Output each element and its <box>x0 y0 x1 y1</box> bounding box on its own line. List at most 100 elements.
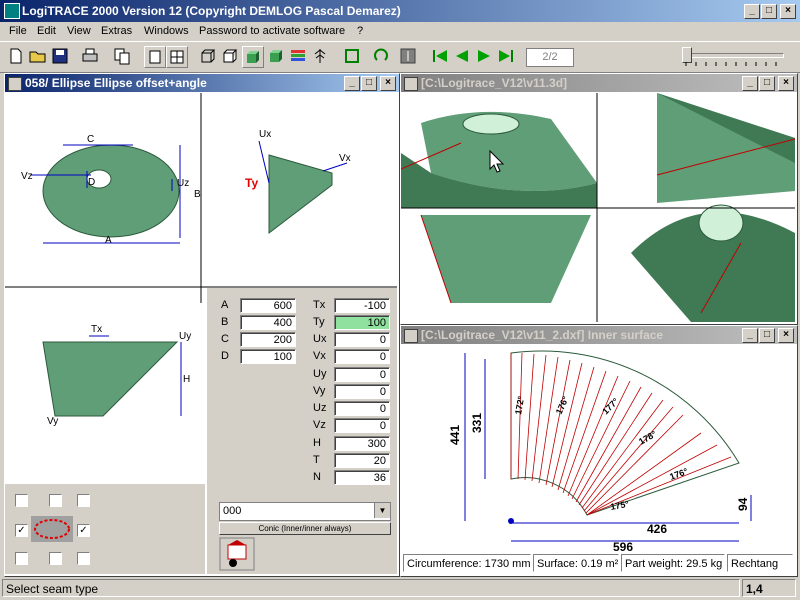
menu-help[interactable]: ? <box>357 25 363 37</box>
dim-B-field[interactable]: 400 <box>240 315 296 330</box>
cube-shaded-icon[interactable] <box>242 46 264 68</box>
parameter-panel: A 600 B 400 C 200 D 100 Tx -100 Ty 100 Ux 0 Vx 0… <box>207 288 397 574</box>
dxf-minimize-button[interactable]: _ <box>742 328 758 343</box>
label-Tx: Tx <box>91 324 102 335</box>
shape-minimize-button[interactable]: _ <box>344 76 360 91</box>
view3d-title: [C:\Logitrace_V12\v11.3d] <box>421 76 568 90</box>
seam-type-combo[interactable]: 000 ▼ <box>219 502 391 521</box>
chevron-down-icon[interactable]: ▼ <box>374 503 390 518</box>
param-Vx-field[interactable]: 0 <box>334 349 390 364</box>
param-H-field[interactable]: 300 <box>334 436 390 451</box>
seam-selector: ✓ ✓ <box>5 484 205 574</box>
dim-596: 596 <box>613 540 633 553</box>
grid-icon[interactable] <box>166 46 188 68</box>
view3d-close-button[interactable]: × <box>778 76 794 91</box>
param-N-field[interactable]: 36 <box>334 470 390 485</box>
seam-checkbox-bc[interactable] <box>49 552 62 565</box>
svg-text:175°: 175° <box>610 499 630 512</box>
menu-extras[interactable]: Extras <box>101 25 132 37</box>
page-icon[interactable] <box>144 46 166 68</box>
view3d-canvas[interactable] <box>401 93 795 322</box>
menu-edit[interactable]: Edit <box>37 25 56 37</box>
label-A: A <box>105 235 112 246</box>
window-icon <box>404 329 418 343</box>
shape-close-button[interactable]: × <box>380 76 396 91</box>
first-page-icon[interactable] <box>430 46 450 66</box>
param-Ty-field[interactable]: 100 <box>334 315 390 330</box>
dxf-close-button[interactable]: × <box>778 328 794 343</box>
tree-icon[interactable] <box>310 46 330 66</box>
seam-checkbox-mr[interactable]: ✓ <box>77 524 90 537</box>
label-Uz: Uz <box>177 178 189 189</box>
label-Ux: Ux <box>259 129 271 140</box>
param-Uy-field[interactable]: 0 <box>334 367 390 382</box>
dim-C-field[interactable]: 200 <box>240 332 296 347</box>
dim-331: 331 <box>470 413 484 433</box>
maximize-button[interactable]: □ <box>761 4 777 19</box>
seam-checkbox-tc[interactable] <box>49 494 62 507</box>
menu-view[interactable]: View <box>67 25 91 37</box>
dim-441: 441 <box>448 425 462 445</box>
param-Ux-field[interactable]: 0 <box>334 332 390 347</box>
cube-green-icon[interactable] <box>266 46 286 66</box>
app-title-bar: LogiTRACE 2000 Version 12 (Copyright DEM… <box>0 0 800 22</box>
seam-checkbox-br[interactable] <box>77 552 90 565</box>
dim-D-field[interactable]: 100 <box>240 349 296 364</box>
copy-icon[interactable] <box>112 46 132 66</box>
label-Vz: Vz <box>21 171 33 182</box>
dim-A-field[interactable]: 600 <box>240 298 296 313</box>
shape-window-title-bar: 058/ Ellipse Ellipse offset+angle _ □ × <box>5 74 399 92</box>
dxf-maximize-button[interactable]: □ <box>759 328 775 343</box>
app-icon <box>4 3 20 19</box>
dxf-window: [C:\Logitrace_V12\v11_2.dxf] Inner surfa… <box>400 325 798 577</box>
conic-button[interactable]: Conic (Inner/inner always) <box>219 522 391 535</box>
front-view-drawing: H Tx Uy Vy <box>42 324 191 427</box>
prev-page-icon[interactable] <box>452 46 472 66</box>
seam-checkbox-ml[interactable]: ✓ <box>15 524 28 537</box>
seam-checkbox-bl[interactable] <box>15 552 28 565</box>
param-Tx-field[interactable]: -100 <box>334 298 390 313</box>
color-bars-icon[interactable] <box>288 46 308 66</box>
seam-tool-icon[interactable] <box>219 537 255 571</box>
new-file-icon[interactable] <box>6 46 26 66</box>
param-Vy-field[interactable]: 0 <box>334 384 390 399</box>
param-T-field[interactable]: 20 <box>334 453 390 468</box>
close-button[interactable]: × <box>780 4 796 19</box>
open-folder-icon[interactable] <box>28 46 48 66</box>
view3d-maximize-button[interactable]: □ <box>759 76 775 91</box>
param-Uz-field[interactable]: 0 <box>334 401 390 416</box>
dxf-title: [C:\Logitrace_V12\v11_2.dxf] Inner surfa… <box>421 328 664 342</box>
tool-icon[interactable] <box>398 46 418 66</box>
dxf-title-bar: [C:\Logitrace_V12\v11_2.dxf] Inner surfa… <box>401 326 797 344</box>
zoom-slider-thumb[interactable] <box>682 47 692 63</box>
toolbar: 2/2 <box>0 41 800 73</box>
shape-drawings: A B C D Vz Uz Ux Vx Ty <box>5 93 397 303</box>
shape-maximize-button[interactable]: □ <box>361 76 377 91</box>
window-icon <box>8 77 22 91</box>
last-page-icon[interactable] <box>496 46 516 66</box>
seam-checkbox-tr[interactable] <box>77 494 90 507</box>
cube-wire-icon[interactable] <box>198 46 218 66</box>
rotate-icon[interactable] <box>372 46 392 66</box>
menu-file[interactable]: File <box>9 25 27 37</box>
param-Vz-field[interactable]: 0 <box>334 418 390 433</box>
label-Ty: Ty <box>245 176 258 190</box>
shape-status: Rechtang <box>727 554 793 572</box>
side-view-cone <box>268 154 333 235</box>
seam-checkbox-tl[interactable] <box>15 494 28 507</box>
menu-password[interactable]: Password to activate software <box>199 25 345 37</box>
label-Vx: Vx <box>339 153 351 164</box>
zoom-slider[interactable] <box>682 46 784 68</box>
view3d-minimize-button[interactable]: _ <box>742 76 758 91</box>
dim-426: 426 <box>647 522 667 536</box>
save-icon[interactable] <box>50 46 70 66</box>
frame-icon[interactable] <box>342 46 362 66</box>
cube-hidden-icon[interactable] <box>220 46 240 66</box>
print-icon[interactable] <box>80 46 100 66</box>
label-Vy: Vy <box>47 416 58 427</box>
next-page-icon[interactable] <box>474 46 494 66</box>
development-drawing[interactable]: 172° 176° 177° 178° 176° 175° 441 331 42… <box>401 345 795 553</box>
label-C: C <box>87 134 94 145</box>
minimize-button[interactable]: _ <box>744 4 760 19</box>
menu-windows[interactable]: Windows <box>144 25 189 37</box>
